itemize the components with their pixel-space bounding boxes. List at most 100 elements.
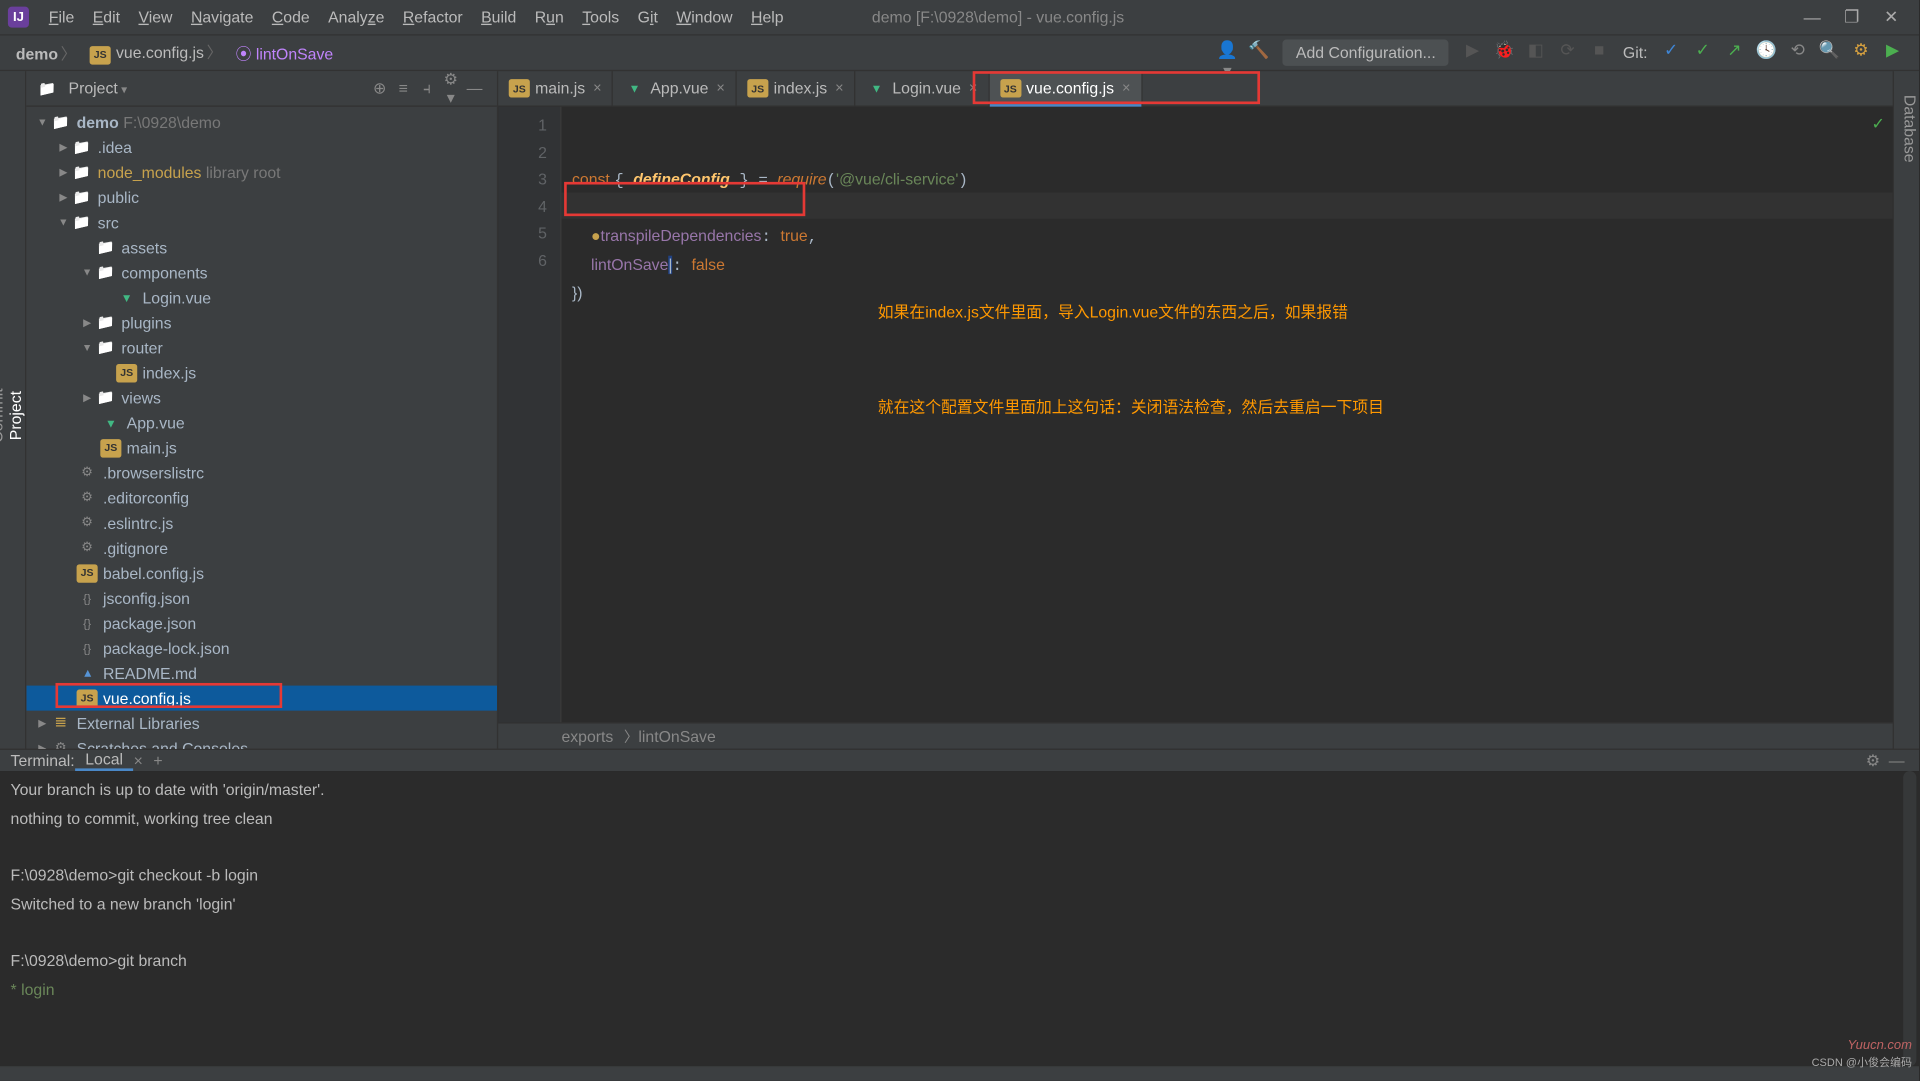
crumb-root[interactable]: demo — [11, 42, 85, 64]
menu-navigate[interactable]: Navigate — [182, 8, 263, 26]
git-history-icon[interactable]: 🕓 — [1753, 40, 1779, 66]
nav-bar: demo vue.config.js ⦿ lintOnSave 👤▾ 🔨 Add… — [0, 36, 1919, 72]
window-maximize[interactable]: ❐ — [1832, 7, 1872, 28]
tree-vueconfig[interactable]: vue.config.js — [26, 685, 497, 710]
menu-window[interactable]: Window — [667, 8, 742, 26]
tree-package[interactable]: package.json — [26, 610, 497, 635]
sidebar-title[interactable]: Project — [69, 79, 128, 97]
close-icon[interactable]: × — [969, 80, 977, 96]
left-tab-project[interactable]: Project — [7, 95, 25, 736]
crumb-file[interactable]: vue.config.js — [84, 41, 230, 64]
locate-icon[interactable]: ⊕ — [368, 79, 392, 97]
tree-jsconfig[interactable]: jsconfig.json — [26, 585, 497, 610]
tree-editorconfig[interactable]: .editorconfig — [26, 485, 497, 510]
right-tab-database[interactable]: Database — [1901, 95, 1919, 736]
close-icon[interactable]: × — [716, 80, 724, 96]
tree-router[interactable]: ▼router — [26, 335, 497, 360]
tree-plugins[interactable]: ▶plugins — [26, 310, 497, 335]
left-tab-commit[interactable]: Commit — [0, 95, 7, 736]
tab-index-js[interactable]: index.js× — [737, 71, 856, 107]
watermark: Yuucn.com — [1847, 1037, 1912, 1052]
terminal-hide-icon[interactable]: — — [1885, 751, 1909, 769]
menu-view[interactable]: View — [129, 8, 181, 26]
build-icon[interactable]: 🔨 — [1246, 40, 1272, 66]
right-tool-strip: Database — [1893, 71, 1919, 748]
close-icon[interactable]: × — [1122, 80, 1130, 96]
menu-code[interactable]: Code — [263, 8, 319, 26]
terminal-tab-local[interactable]: Local — [75, 750, 134, 771]
tree-public[interactable]: ▶public — [26, 185, 497, 210]
tab-vue-config[interactable]: vue.config.js× — [989, 71, 1142, 107]
collapse-icon[interactable]: ⫞ — [415, 78, 439, 98]
tree-readme[interactable]: README.md — [26, 660, 497, 685]
search-icon[interactable]: 🔍 — [1816, 40, 1842, 66]
stop-icon[interactable]: ■ — [1586, 40, 1612, 66]
menu-file[interactable]: File — [40, 8, 84, 26]
menu-build[interactable]: Build — [472, 8, 526, 26]
tree-app-vue[interactable]: App.vue — [26, 410, 497, 435]
tree-external-libs[interactable]: ▶𝌆External Libraries — [26, 710, 497, 735]
debug-icon[interactable]: 🐞 — [1491, 40, 1517, 66]
tree-eslintrc[interactable]: .eslintrc.js — [26, 510, 497, 535]
menu-git[interactable]: Git — [628, 8, 667, 26]
tree-src[interactable]: ▼src — [26, 210, 497, 235]
git-commit-icon[interactable]: ✓ — [1690, 40, 1716, 66]
code-content[interactable]: const { defineConfig } = require('@vue/c… — [561, 107, 1892, 723]
menu-tools[interactable]: Tools — [573, 8, 628, 26]
expand-icon[interactable]: ≡ — [391, 79, 415, 97]
add-configuration[interactable]: Add Configuration... — [1283, 40, 1449, 66]
code-editor[interactable]: 123456 const { defineConfig } = require(… — [498, 107, 1892, 723]
menu-edit[interactable]: Edit — [84, 8, 130, 26]
app-icon: IJ — [8, 7, 29, 28]
window-minimize[interactable]: — — [1792, 7, 1832, 27]
tree-idea[interactable]: ▶.idea — [26, 134, 497, 159]
terminal-settings-icon[interactable]: ⚙ — [1861, 751, 1885, 769]
editor-breadcrumbs: exports〉lintOnSave — [498, 722, 1892, 748]
menu-run[interactable]: Run — [526, 8, 574, 26]
tree-views[interactable]: ▶views — [26, 385, 497, 410]
tree-browserslistrc[interactable]: .browserslistrc — [26, 460, 497, 485]
profile-icon[interactable]: ⟳ — [1554, 40, 1580, 66]
settings-icon[interactable]: ⚙ ▾ — [439, 70, 463, 107]
tab-app-vue[interactable]: App.vue× — [613, 71, 736, 107]
coverage-icon[interactable]: ◧ — [1523, 40, 1549, 66]
hide-icon[interactable]: — — [463, 79, 487, 97]
close-icon[interactable]: × — [593, 80, 601, 96]
tree-babel[interactable]: babel.config.js — [26, 560, 497, 585]
line-gutter: 123456 — [498, 107, 561, 723]
menu-refactor[interactable]: Refactor — [394, 8, 472, 26]
user-icon[interactable]: 👤▾ — [1214, 40, 1240, 66]
tree-node-modules[interactable]: ▶node_modules library root — [26, 159, 497, 184]
terminal-body[interactable]: Your branch is up to date with 'origin/m… — [0, 771, 1919, 1066]
tree-router-index[interactable]: index.js — [26, 360, 497, 385]
terminal-scrollbar[interactable] — [1903, 771, 1916, 1066]
terminal-pane: Terminal: Local× + ⚙ — Your branch is up… — [0, 749, 1919, 1010]
tree-login-vue[interactable]: Login.vue — [26, 285, 497, 310]
tree-gitignore[interactable]: .gitignore — [26, 535, 497, 560]
window-title: demo [F:\0928\demo] - vue.config.js — [872, 8, 1124, 26]
tree-scratches[interactable]: ▶Scratches and Consoles — [26, 735, 497, 748]
close-icon[interactable]: × — [835, 80, 843, 96]
run-anything-icon[interactable]: ▶ — [1879, 40, 1905, 66]
menu-analyze[interactable]: Analyze — [319, 8, 394, 26]
git-label: Git: — [1623, 43, 1648, 61]
project-tree: ▼demo F:\0928\demo ▶.idea ▶node_modules … — [26, 107, 497, 749]
tab-login-vue[interactable]: Login.vue× — [855, 71, 989, 107]
inspection-ok-icon[interactable]: ✓ — [1871, 115, 1884, 133]
ide-settings-icon[interactable]: ⚙ — [1848, 40, 1874, 66]
git-push-icon[interactable]: ↗ — [1721, 40, 1747, 66]
menu-help[interactable]: Help — [742, 8, 793, 26]
crumb-symbol[interactable]: ⦿ lintOnSave — [230, 42, 338, 64]
tree-package-lock[interactable]: package-lock.json — [26, 635, 497, 660]
git-rollback-icon[interactable]: ⟲ — [1785, 40, 1811, 66]
run-icon[interactable]: ▶ — [1459, 40, 1485, 66]
tree-root[interactable]: ▼demo F:\0928\demo — [26, 109, 497, 134]
window-close[interactable]: ✕ — [1872, 7, 1912, 28]
git-update-icon[interactable]: ✓ — [1658, 40, 1684, 66]
terminal-new-tab[interactable]: + — [143, 751, 173, 769]
tree-main-js[interactable]: main.js — [26, 435, 497, 460]
tree-assets[interactable]: assets — [26, 235, 497, 260]
tab-main-js[interactable]: main.js× — [498, 71, 613, 107]
tree-components[interactable]: ▼components — [26, 260, 497, 285]
project-sidebar: Project ⊕ ≡ ⫞ ⚙ ▾ — ▼demo F:\0928\demo ▶… — [26, 71, 498, 748]
